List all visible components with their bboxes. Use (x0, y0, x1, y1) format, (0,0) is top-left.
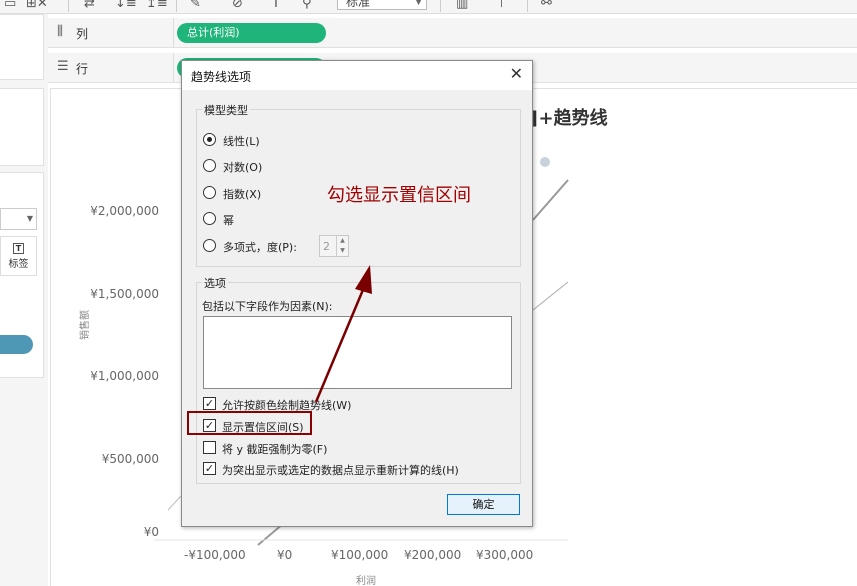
radio-button[interactable] (203, 159, 216, 172)
radio-label: 线性(L) (223, 135, 260, 148)
dialog-titlebar: 趋势线选项 ✕ (182, 61, 532, 90)
viz-title: ]+趋势线 (530, 108, 608, 129)
y-axis-label: 销售额 (80, 310, 91, 340)
x-tick-label: -¥100,000 (184, 548, 246, 562)
x-tick-label: ¥0 (277, 548, 293, 562)
clear-sheet-icon[interactable]: ⊞✕ (26, 0, 48, 11)
radio-button[interactable] (203, 133, 216, 146)
text-icon: T (13, 243, 24, 254)
annotation-text: 勾选显示置信区间 (327, 185, 471, 206)
y-tick-label: ¥1,500,000 (90, 287, 159, 301)
chevron-up-icon[interactable]: ▲ (336, 236, 348, 246)
pages-card (0, 14, 44, 80)
radio-label: 指数(X) (223, 188, 262, 201)
presentation-icon[interactable]: ⊤ (496, 0, 507, 11)
checkbox[interactable]: ✓ (203, 462, 216, 475)
x-tick-label: ¥100,000 (331, 548, 389, 562)
chevron-down-icon: ▼ (415, 0, 422, 7)
toolbar-separator (527, 0, 528, 12)
swap-icon[interactable]: ⇄ (84, 0, 95, 11)
rows-icon: ☰ (57, 59, 69, 74)
columns-icon: ⫼ (57, 24, 63, 39)
sort-desc-icon[interactable]: ↥≡ (146, 0, 168, 11)
options-group-title: 选项 (202, 275, 228, 291)
data-source-icon[interactable]: ▭ (4, 0, 16, 11)
group-icon[interactable]: ⊘ (232, 0, 243, 11)
toolbar: ▭ ⊞✕ ⇄ ↧≡ ↥≡ ✎ ⊘ T ⚲ 标准 ▼ ▥ ⊤ ⚯ (0, 0, 857, 14)
radio-button[interactable] (203, 212, 216, 225)
annotation-highlight-box (187, 411, 312, 435)
radio-button[interactable] (203, 186, 216, 199)
toolbar-separator (176, 0, 177, 12)
x-axis-label: 利润 (356, 576, 376, 586)
rows-shelf-label: 行 (76, 62, 89, 76)
factors-listbox[interactable] (203, 316, 512, 389)
radio-label: 多项式，度(P): (223, 241, 297, 254)
columns-pill[interactable]: 总计(利润) (177, 23, 326, 43)
ok-button[interactable]: 确定 (447, 494, 520, 515)
checkbox-label: 将 y 截距强制为零(F) (222, 443, 328, 456)
columns-shelf-header: ⫼ 列 (48, 18, 174, 47)
share-icon[interactable]: ⚯ (541, 0, 552, 11)
toolbar-separator (440, 0, 441, 12)
close-icon[interactable]: ✕ (510, 64, 523, 83)
columns-shelf: ⫼ 列 总计(利润) (48, 18, 857, 48)
show-me-icon[interactable]: ▥ (456, 0, 468, 11)
model-type-group-title: 模型类型 (202, 102, 250, 118)
fit-select-value: 标准 (346, 0, 371, 9)
checkbox[interactable]: ✓ (203, 397, 216, 410)
marks-field-pill[interactable] (0, 335, 33, 354)
highlight-icon[interactable]: ✎ (190, 0, 201, 11)
label-button-text: 标签 (8, 259, 29, 270)
radio-label: 幂 (223, 214, 234, 227)
chevron-down-icon: ▼ (26, 214, 33, 223)
y-tick-label: ¥1,000,000 (90, 369, 159, 383)
fit-select[interactable]: 标准 ▼ (337, 0, 427, 10)
trendline-options-dialog: 趋势线选项 ✕ 模型类型 线性(L) 对数(O) 指数(X) 幂 多项式，度(P… (181, 60, 533, 527)
mark-type-dropdown[interactable]: ▼ (0, 208, 37, 230)
x-tick-label: ¥200,000 (404, 548, 462, 562)
y-tick-label: ¥2,000,000 (90, 204, 159, 218)
dialog-title: 趋势线选项 (191, 70, 252, 84)
label-button[interactable]: T 标签 (0, 236, 37, 276)
degree-value: 2 (323, 240, 330, 253)
pin-icon[interactable]: ⚲ (302, 0, 312, 11)
y-tick-label: ¥500,000 (101, 452, 159, 466)
y-tick-label: ¥0 (143, 525, 159, 539)
columns-shelf-label: 列 (76, 27, 89, 41)
filters-card (0, 88, 44, 166)
checkbox-label: 为突出显示或选定的数据点显示重新计算的线(H) (222, 464, 459, 477)
factors-label: 包括以下字段作为因素(N): (202, 300, 333, 313)
x-tick-label: ¥300,000 (476, 548, 534, 562)
toolbar-separator (68, 0, 69, 12)
left-panel: ▼ T 标签 (0, 14, 48, 586)
radio-button[interactable] (203, 239, 216, 252)
radio-label: 对数(O) (223, 161, 263, 174)
degree-stepper[interactable]: 2 ▲ ▼ (319, 235, 349, 257)
checkbox[interactable] (203, 441, 216, 454)
rows-shelf-header: ☰ 行 (48, 53, 174, 82)
label-icon[interactable]: T (272, 0, 280, 11)
sort-asc-icon[interactable]: ↧≡ (115, 0, 137, 11)
chevron-down-icon[interactable]: ▼ (336, 246, 348, 256)
